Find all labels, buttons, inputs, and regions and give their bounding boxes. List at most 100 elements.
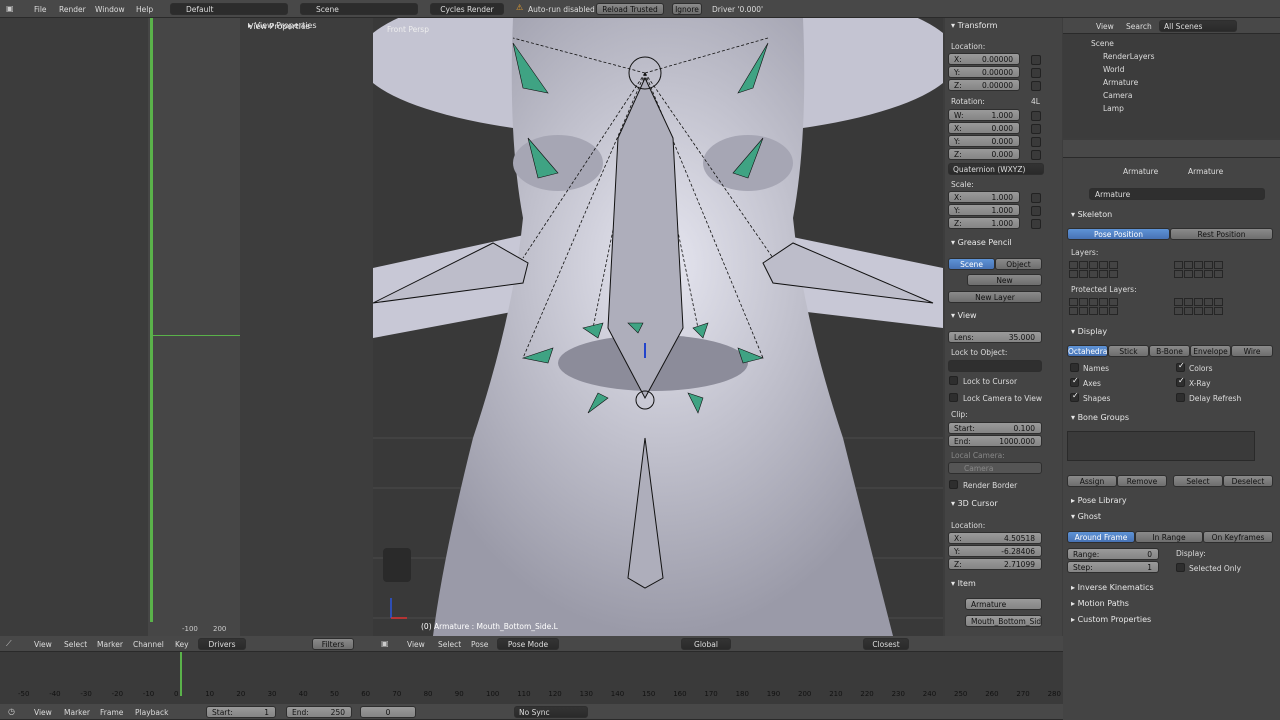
rotation-y-field[interactable]: Y: 0.000 [948,135,1020,147]
item-bone-field[interactable]: Mouth_Bottom_Sid... [965,615,1042,627]
lens-field[interactable]: Lens: 35.000 [948,331,1042,343]
end-frame-field[interactable]: End: 250 [286,706,352,718]
ik-header[interactable]: ▸ Inverse Kinematics [1071,583,1154,592]
mode-select[interactable]: Pose Mode [497,638,559,650]
cursor-z-field[interactable]: Z: 2.71099 [948,558,1042,570]
grease-object-tab[interactable]: Object [995,258,1042,270]
graph-region[interactable] [148,18,240,636]
lock-cursor-checkbox[interactable] [949,376,958,385]
outliner-filter-select[interactable]: All Scenes [1159,20,1237,32]
display-wire[interactable]: Wire [1231,345,1273,357]
ghost-in-range[interactable]: In Range [1135,531,1203,543]
ghost-range-field[interactable]: Range: 0 [1067,548,1159,560]
timeline[interactable]: -50 -40 -30 -20 -10 0 10 20 30 40 50 60 70 80 90 100 110… [0,652,1063,704]
3d-viewport[interactable]: Front Persp (0) Armature : Mouth_Bottom_… [373,18,943,636]
remove-button[interactable]: Remove [1117,475,1167,487]
ghost-on-keyframes[interactable]: On Keyframes [1203,531,1273,543]
motion-paths-header[interactable]: ▸ Motion Paths [1071,599,1129,608]
timeline-view-menu[interactable]: View [34,708,52,717]
armature-name-field[interactable]: Armature [1089,188,1265,200]
cursor-y-field[interactable]: Y: -6.28406 [948,545,1042,557]
view-header[interactable]: ▾ View [951,311,977,320]
sync-mode-select[interactable]: No Sync [514,706,588,718]
protected-layers-a[interactable] [1069,298,1118,315]
lock-icon[interactable] [1031,124,1041,134]
shapes-checkbox[interactable] [1070,391,1079,402]
menu-window[interactable]: Window [95,5,125,14]
outliner-search-menu[interactable]: Search [1126,22,1152,31]
display-header[interactable]: ▾ Display [1071,327,1107,336]
playhead[interactable] [180,652,182,696]
scale-x-field[interactable]: X: 1.000 [948,191,1020,203]
outliner-item-lamp[interactable]: Lamp [1103,104,1124,113]
clip-start-field[interactable]: Start: 0.100 [948,422,1042,434]
local-camera-field[interactable]: Camera [948,462,1042,474]
display-stick[interactable]: Stick [1108,345,1149,357]
cursor-x-field[interactable]: X: 4.50518 [948,532,1042,544]
menu-file[interactable]: File [34,5,47,14]
ghost-step-field[interactable]: Step: 1 [1067,561,1159,573]
clip-end-field[interactable]: End: 1000.000 [948,435,1042,447]
deselect-button[interactable]: Deselect [1223,475,1273,487]
view3d-view-menu[interactable]: View [407,640,425,649]
outliner-item-world[interactable]: World [1103,65,1125,74]
names-checkbox[interactable] [1070,363,1079,372]
lock-object-field[interactable] [948,360,1042,372]
selected-only-checkbox[interactable] [1176,563,1185,572]
outliner-item-scene[interactable]: Scene [1091,39,1114,48]
rotation-w-field[interactable]: W: 1.000 [948,109,1020,121]
bone-layers-a[interactable] [1069,261,1118,278]
lock-icon[interactable] [1031,81,1041,91]
item-object-field[interactable]: Armature [965,598,1042,610]
skeleton-header[interactable]: ▾ Skeleton [1071,210,1112,219]
ignore-button[interactable]: Ignore [672,3,702,15]
location-y-field[interactable]: Y: 0.00000 [948,66,1020,78]
ghost-around-frame[interactable]: Around Frame [1067,531,1135,543]
cursor3d-header[interactable]: ▾ 3D Cursor [951,499,998,508]
filters-button[interactable]: Filters [312,638,354,650]
render-border-checkbox[interactable] [949,480,958,489]
lock-icon[interactable] [1031,55,1041,65]
reload-trusted-button[interactable]: Reload Trusted [596,3,664,15]
timeline-editor-icon[interactable]: ◷ [8,707,15,716]
view3d-editor-icon[interactable]: ▣ [381,639,389,648]
display-bbone[interactable]: B-Bone [1149,345,1190,357]
rotation-z-field[interactable]: Z: 0.000 [948,148,1020,160]
custom-props-header[interactable]: ▸ Custom Properties [1071,615,1151,624]
colors-checkbox[interactable] [1176,361,1185,372]
rest-position-button[interactable]: Rest Position [1170,228,1273,240]
new-layer-button[interactable]: New Layer [948,291,1042,303]
scene-selector[interactable]: Scene [300,3,418,15]
lock-icon[interactable] [1031,206,1041,216]
pose-library-header[interactable]: ▸ Pose Library [1071,496,1127,505]
scale-z-field[interactable]: Z: 1.000 [948,217,1020,229]
drivers-mode-select[interactable]: Drivers [198,638,246,650]
item-header[interactable]: ▾ Item [951,579,976,588]
rotation-x-field[interactable]: X: 0.000 [948,122,1020,134]
render-engine-select[interactable]: Cycles Render [430,3,504,15]
drivers-channel-menu[interactable]: Channel [133,640,164,649]
grease-scene-tab[interactable]: Scene [948,258,995,270]
layout-selector[interactable]: Default [170,3,288,15]
ghost-header[interactable]: ▾ Ghost [1071,512,1101,521]
select-button[interactable]: Select [1173,475,1223,487]
properties-tabs[interactable] [1063,140,1280,158]
grease-new-button[interactable]: New [967,274,1042,286]
drivers-marker-menu[interactable]: Marker [97,640,123,649]
lock-icon[interactable] [1031,68,1041,78]
outliner-item-camera[interactable]: Camera [1103,91,1132,100]
assign-button[interactable]: Assign [1067,475,1117,487]
view3d-select-menu[interactable]: Select [438,640,461,649]
lock-icon[interactable] [1031,219,1041,229]
xray-checkbox[interactable] [1176,376,1185,387]
outliner-item-renderlayers[interactable]: RenderLayers [1103,52,1155,61]
snap-target-select[interactable]: Closest [863,638,909,650]
lock-camera-checkbox[interactable] [949,393,958,402]
outliner-item-armature[interactable]: Armature [1103,78,1138,87]
orientation-select[interactable]: Global [681,638,731,650]
display-envelope[interactable]: Envelope [1190,345,1231,357]
timeline-frame-menu[interactable]: Frame [100,708,123,717]
current-frame-field[interactable]: 0 [360,706,416,718]
drivers-view-menu[interactable]: View [34,640,52,649]
display-octahedral[interactable]: Octahedral [1067,345,1108,357]
